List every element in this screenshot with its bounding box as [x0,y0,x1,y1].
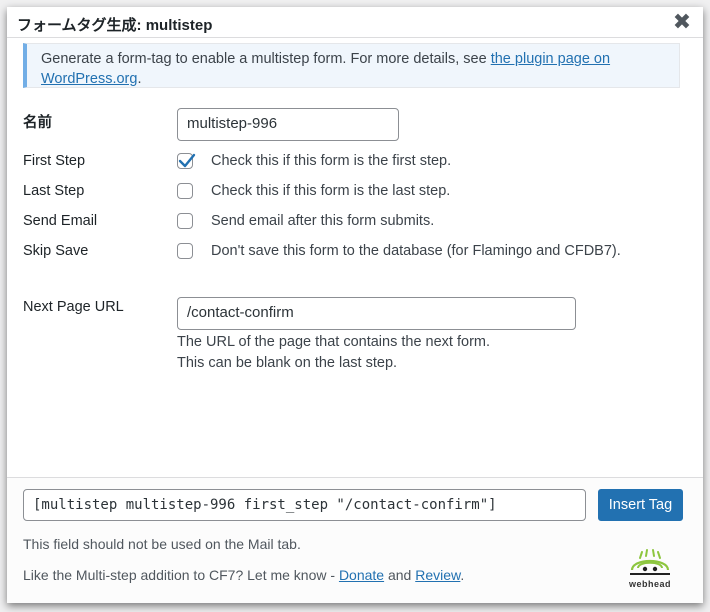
insert-tag-button[interactable]: Insert Tag [598,489,683,521]
review-link[interactable]: Review [415,567,460,583]
promo-and: and [384,567,416,583]
next-page-url-help-1: The URL of the page that contains the ne… [177,334,491,350]
next-page-url-input[interactable]: /contact-confirm [177,297,576,330]
generated-tag-field[interactable]: [multistep multistep-996 first_step "/co… [23,489,586,521]
last-step-description: Check this if this form is the last step… [211,183,451,199]
first-step-description: Check this if this form is the first ste… [211,153,452,169]
donate-link[interactable]: Donate [339,567,384,583]
webhead-logo-icon [630,549,670,575]
insert-box: [multistep multistep-996 first_step "/co… [7,477,703,603]
logo-text: webhead [628,579,671,589]
last-step-checkbox[interactable] [177,183,193,199]
first-step-label: First Step [23,153,86,169]
next-page-url-help-2: This can be blank on the last step. [177,355,398,371]
webhead-logo: webhead [624,548,676,598]
dialog-header: フォームタグ生成: multistep ✖ [7,7,703,38]
name-input[interactable]: multistep-996 [177,108,399,141]
skip-save-checkbox[interactable] [177,243,193,259]
skip-save-label: Skip Save [23,243,89,259]
checkmark-icon [178,153,196,168]
first-step-checkbox[interactable] [177,153,196,169]
name-label: 名前 [23,115,52,131]
last-step-label: Last Step [23,183,85,199]
notice-text: Generate a form-tag to enable a multiste… [41,51,491,67]
send-email-label: Send Email [23,213,98,229]
next-page-url-label: Next Page URL [23,299,124,315]
promo-line: Like the Multi-step addition to CF7? Let… [23,567,464,583]
promo-suffix: . [460,567,465,583]
skip-save-description: Don't save this form to the database (fo… [211,243,621,259]
tag-generator-dialog: フォームタグ生成: multistep ✖ Generate a form-ta… [7,7,703,603]
send-email-checkbox[interactable] [177,213,193,229]
close-icon[interactable]: ✖ [671,10,693,34]
promo-prefix: Like the Multi-step addition to CF7? Let… [23,567,339,583]
dialog-title: フォームタグ生成: multistep [17,17,213,34]
notice-suffix: . [137,71,142,87]
info-notice: Generate a form-tag to enable a multiste… [23,43,680,88]
send-email-description: Send email after this form submits. [211,213,435,229]
mail-tab-note: This field should not be used on the Mai… [23,536,301,552]
